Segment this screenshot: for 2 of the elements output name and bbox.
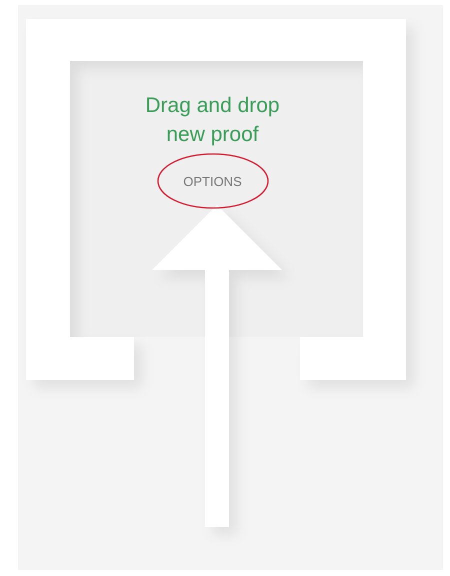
drop-zone[interactable]: Drag and drop new proof OPTIONS <box>18 5 443 570</box>
drop-heading: Drag and drop new proof <box>144 93 281 148</box>
